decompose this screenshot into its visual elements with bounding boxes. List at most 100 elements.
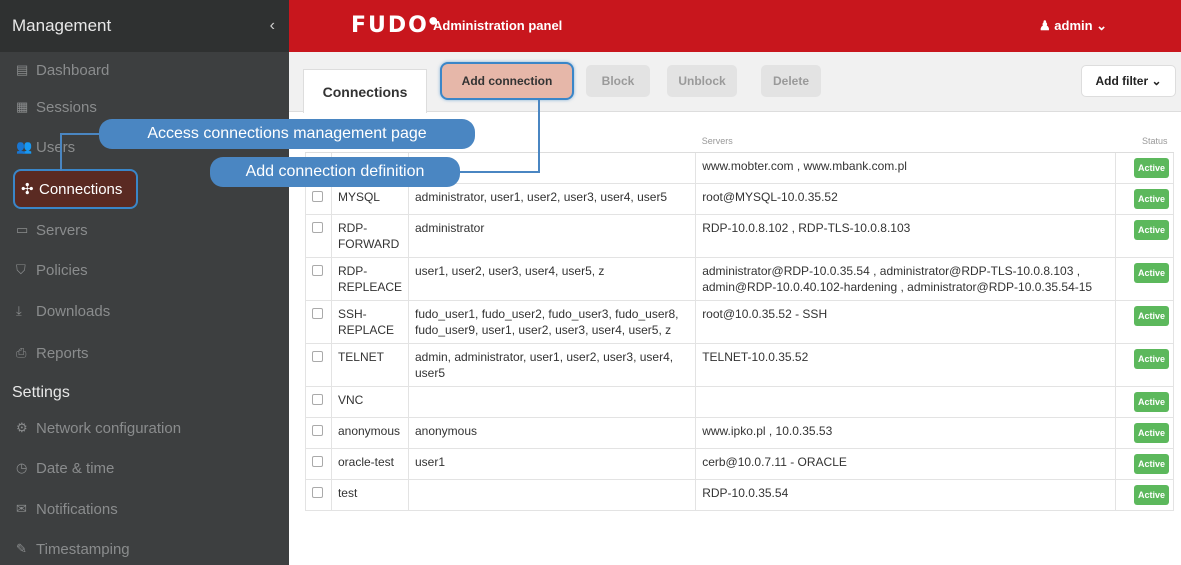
- sidebar-item-label: Policies: [36, 261, 88, 279]
- table-row[interactable]: MYSQL administrator, user1, user2, user3…: [305, 182, 1174, 215]
- user-icon: ♟: [1039, 18, 1055, 33]
- sidebar-item-downloads[interactable]: ⤓ Downloads: [0, 291, 289, 331]
- callout-connector: [459, 171, 539, 173]
- row-checkbox[interactable]: [312, 393, 323, 405]
- sidebar-item-policies[interactable]: ⛉ Policies: [0, 250, 289, 290]
- connection-servers: RDP-10.0.35.54: [695, 478, 1117, 511]
- unblock-button[interactable]: Unblock: [667, 65, 737, 97]
- access-connections-callout: Access connections management page: [99, 119, 475, 149]
- status-column-header[interactable]: Status: [1115, 112, 1174, 153]
- table-row[interactable]: SSH-REPLACE fudo_user1, fudo_user2, fudo…: [305, 299, 1174, 344]
- sidebar-item-network-configuration[interactable]: ⚙ Network configuration: [0, 408, 289, 448]
- connection-servers: RDP-10.0.8.102 , RDP-TLS-10.0.8.103: [695, 213, 1117, 258]
- add-connection-callout: Add connection definition: [210, 157, 460, 187]
- connection-users: anonymous: [407, 416, 697, 449]
- sidebar-item-label: Sessions: [36, 98, 97, 116]
- table-row[interactable]: VNC Active: [305, 385, 1174, 418]
- sidebar-item-label: Network configuration: [36, 419, 182, 437]
- row-checkbox[interactable]: [312, 424, 323, 436]
- table-row[interactable]: oracle-test user1 cerb@10.0.7.11 - ORACL…: [305, 447, 1174, 480]
- settings-section-title: Settings: [12, 384, 70, 401]
- callout-connector: [60, 133, 100, 135]
- user-menu[interactable]: ♟ admin ⌄: [1039, 18, 1107, 34]
- row-checkbox[interactable]: [312, 221, 323, 233]
- sidebar-item-servers[interactable]: ▭ Servers: [0, 210, 289, 250]
- edit-icon: ✎: [16, 541, 27, 556]
- connection-users: fudo_user1, fudo_user2, fudo_user3, fudo…: [407, 299, 697, 344]
- table-row[interactable]: RDP-FORWARD administrator RDP-10.0.8.102…: [305, 213, 1174, 258]
- sessions-icon: ▦: [16, 99, 29, 114]
- row-checkbox[interactable]: [312, 350, 323, 362]
- sidebar-item-label: Users: [36, 138, 76, 156]
- row-checkbox[interactable]: [312, 307, 323, 319]
- sidebar-item-connections[interactable]: ✣ Connections: [13, 169, 138, 209]
- print-icon: ⎙: [16, 345, 27, 360]
- connection-servers: www.mobter.com , www.mbank.com.pl: [695, 151, 1117, 184]
- sidebar-item-label: Dashboard: [36, 61, 110, 79]
- table-row[interactable]: test RDP-10.0.35.54 Active: [305, 478, 1174, 511]
- delete-button[interactable]: Delete: [761, 65, 821, 97]
- add-filter-button[interactable]: Add filter ⌄: [1081, 65, 1176, 97]
- table-row[interactable]: anonymous anonymous www.ipko.pl , 10.0.3…: [305, 416, 1174, 449]
- clock-icon: ◷: [16, 460, 28, 475]
- row-checkbox[interactable]: [312, 190, 323, 202]
- connection-name: VNC: [330, 385, 409, 418]
- sidebar-title: Management: [12, 16, 112, 35]
- collapse-sidebar-icon[interactable]: ‹: [270, 17, 275, 35]
- user-menu-label: admin ⌄: [1054, 18, 1108, 33]
- status-badge: Active: [1133, 453, 1169, 474]
- sidebar-item-dashboard[interactable]: ▤ Dashboard: [0, 50, 289, 90]
- callout-connector: [60, 133, 62, 171]
- connection-name: anonymous: [330, 416, 409, 449]
- callout-connector: [538, 100, 540, 173]
- sidebar-item-reports[interactable]: ⎙ Reports: [0, 333, 289, 373]
- status-badge: Active: [1133, 391, 1169, 412]
- sidebar-header: Management ‹: [0, 0, 289, 52]
- status-badge: Active: [1133, 219, 1169, 240]
- shield-icon: ⛉: [16, 262, 26, 277]
- connection-servers: root@10.0.35.52 - SSH: [695, 299, 1117, 344]
- servers-column-header[interactable]: Servers: [695, 112, 1116, 153]
- panel-title: Administration panel: [433, 18, 563, 33]
- connection-users: administrator: [407, 213, 697, 258]
- block-button[interactable]: Block: [586, 65, 650, 97]
- status-badge: Active: [1133, 422, 1169, 443]
- connection-name: RDP-FORWARD: [330, 213, 409, 258]
- connections-icon: ✣: [21, 181, 34, 198]
- status-badge: Active: [1133, 188, 1169, 209]
- row-checkbox[interactable]: [312, 486, 323, 498]
- connection-users: admin, administrator, user1, user2, user…: [407, 342, 697, 387]
- connection-users: user1, user2, user3, user4, user5, z: [407, 256, 697, 301]
- add-connection-button[interactable]: Add connection: [440, 62, 574, 100]
- row-checkbox[interactable]: [312, 455, 323, 467]
- status-badge: Active: [1133, 262, 1169, 283]
- sidebar-item-timestamping[interactable]: ✎ Timestamping: [0, 529, 289, 565]
- top-bar: FUDO● Administration panel ♟ admin ⌄: [289, 0, 1181, 52]
- gear-icon: ⚙: [16, 420, 28, 435]
- connection-users: administrator, user1, user2, user3, user…: [407, 182, 697, 215]
- sidebar-item-label: Servers: [36, 221, 88, 239]
- sidebar-item-notifications[interactable]: ✉ Notifications: [0, 489, 289, 529]
- status-badge: Active: [1133, 157, 1169, 178]
- status-badge: Active: [1133, 484, 1169, 505]
- connection-users: [407, 385, 697, 418]
- connection-servers: www.ipko.pl , 10.0.35.53: [695, 416, 1117, 449]
- connection-users: user1: [407, 447, 697, 480]
- sidebar-item-date-time[interactable]: ◷ Date & time: [0, 448, 289, 488]
- row-checkbox[interactable]: [312, 264, 323, 276]
- status-badge: Active: [1133, 348, 1169, 369]
- connection-name: test: [330, 478, 409, 511]
- sidebar-item-label: Reports: [36, 344, 89, 362]
- sidebar-item-label: Notifications: [36, 500, 118, 518]
- envelope-icon: ✉: [16, 501, 27, 516]
- connection-name: TELNET: [330, 342, 409, 387]
- table-row[interactable]: RDP-REPLEACE user1, user2, user3, user4,…: [305, 256, 1174, 301]
- table-row[interactable]: TELNET admin, administrator, user1, user…: [305, 342, 1174, 387]
- connection-users: [407, 478, 697, 511]
- download-icon: ⤓: [16, 303, 22, 318]
- tab-connections[interactable]: Connections: [303, 69, 427, 113]
- dashboard-icon: ▤: [16, 62, 29, 77]
- sidebar-item-label: Date & time: [36, 459, 115, 477]
- toolbar: Connections Add connection Block Unblock…: [289, 52, 1181, 113]
- users-icon: 👥: [16, 139, 33, 154]
